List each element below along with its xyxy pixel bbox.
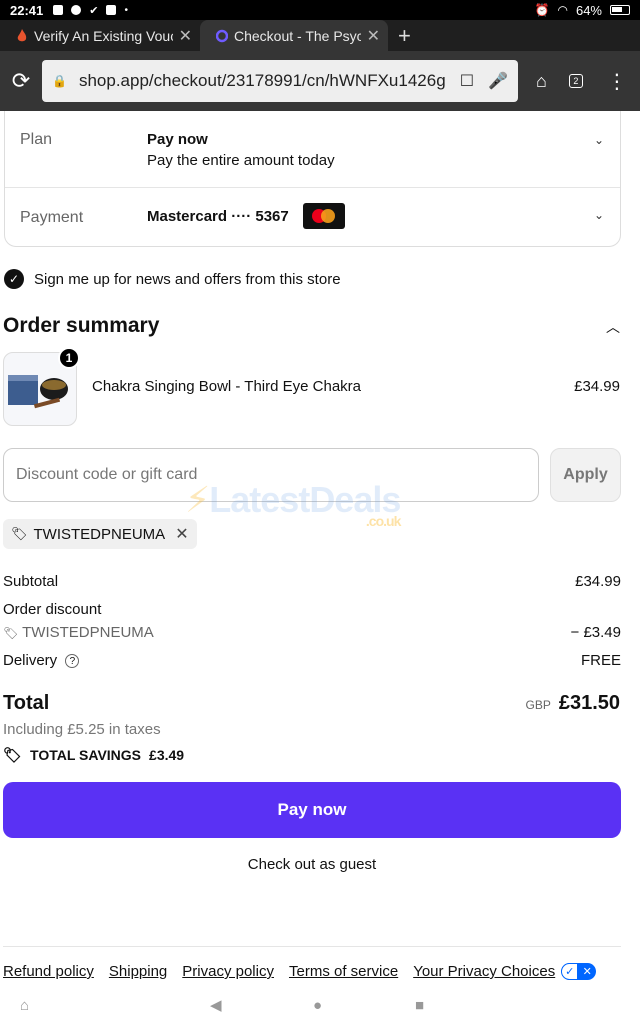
order-summary-title: Order summary [3, 314, 160, 337]
savings-label: TOTAL SAVINGS [30, 747, 142, 763]
reload-icon[interactable]: ⟳ [0, 68, 42, 94]
lightning-bolt-icon: ⚡ [185, 479, 210, 520]
close-tab-icon[interactable]: ✕ [367, 26, 380, 46]
apply-button[interactable]: Apply [550, 448, 621, 502]
tab-checkout[interactable]: Checkout - The Psychi ✕ [200, 20, 388, 51]
close-tab-icon[interactable]: ✕ [179, 26, 192, 46]
bookmark-icon[interactable]: ☐ [460, 71, 474, 91]
pay-now-button[interactable]: Pay now [3, 782, 621, 838]
payment-method: Mastercard ···· 5367 [147, 207, 289, 225]
remove-discount-icon[interactable]: ✕ [175, 524, 188, 544]
subtotal-value: £34.99 [575, 573, 621, 590]
currency-code: GBP [525, 698, 551, 712]
order-discount-label: Order discount [3, 601, 102, 618]
overflow-menu-icon[interactable]: ⋮ [607, 69, 627, 94]
tag-icon: 🏷 [3, 747, 23, 764]
checkout-page: Plan Pay now Pay the entire amount today… [0, 111, 640, 986]
total-amount: £31.50 [558, 692, 620, 714]
payment-label: Payment [20, 209, 84, 226]
watermark-suffix: .co.uk [365, 513, 401, 529]
home-icon[interactable]: ● [313, 997, 322, 1014]
back-icon[interactable]: ◀ [210, 996, 222, 1014]
mastercard-logo-icon [302, 203, 345, 229]
tab-switcher-button[interactable]: 2 [568, 74, 583, 88]
plan-row[interactable]: Plan Pay now Pay the entire amount today… [5, 111, 620, 187]
microphone-icon[interactable]: 🎤 [488, 71, 508, 91]
discount-code-text: TWISTEDPNEUMA [22, 624, 154, 641]
quantity-badge: 1 [58, 347, 80, 369]
latestdeals-watermark: ⚡LatestDeals .co.uk [185, 479, 401, 529]
battery-icon [610, 5, 630, 15]
plan-payment-card: Plan Pay now Pay the entire amount today… [4, 111, 621, 247]
tab-verify-voucher[interactable]: Verify An Existing Vouc ✕ [0, 20, 200, 51]
taxes-note: Including £5.25 in taxes [3, 721, 161, 738]
privacy-policy-link[interactable]: Privacy policy [182, 963, 274, 980]
chevron-down-icon[interactable]: ⌄ [594, 208, 604, 222]
browser-tab-strip: Verify An Existing Vouc ✕ Checkout - The… [0, 20, 640, 51]
privacy-choices-toggle-icon[interactable]: ✓ ✕ [561, 963, 597, 980]
shipping-link[interactable]: Shipping [109, 963, 167, 980]
tab-title: Verify An Existing Vouc [34, 27, 173, 44]
checkmark-notification-icon: ✔ [89, 4, 99, 17]
newsletter-label[interactable]: Sign me up for news and offers from this… [34, 271, 341, 288]
plan-subtitle: Pay the entire amount today [147, 152, 335, 169]
applied-discount-chip: 🏷 TWISTEDPNEUMA ✕ [3, 519, 197, 549]
product-name: Chakra Singing Bowl - Third Eye Chakra [92, 378, 362, 395]
discount-code-row: 🏷 TWISTEDPNEUMA − £3.49 [3, 624, 621, 641]
plan-title: Pay now [147, 131, 208, 148]
divider [3, 946, 621, 947]
address-bar[interactable]: 🔒 shop.app/checkout/23178991/cn/hWNFXu14… [42, 60, 518, 102]
total-amount-group: GBP £31.50 [525, 692, 620, 715]
system-navigation-bar: ⌂ ◀ ● ■ [0, 986, 640, 1024]
payment-row[interactable]: Payment Mastercard ···· 5367 ⌄ [5, 188, 620, 247]
savings-amount: £3.49 [149, 747, 185, 763]
news-notification-icon [106, 5, 117, 15]
more-notifications-icon: • [124, 4, 128, 16]
discount-amount: − £3.49 [570, 624, 621, 641]
tag-icon: 🏷 [3, 626, 19, 640]
new-tab-icon[interactable]: + [398, 24, 411, 47]
home-icon[interactable]: ⌂ [536, 71, 547, 92]
applied-discount-code: TWISTEDPNEUMA [33, 525, 166, 543]
plan-label: Plan [20, 131, 53, 148]
tag-icon: 🏷 [11, 526, 28, 541]
url-text[interactable]: shop.app/checkout/23178991/cn/hWNFXu1426… [79, 71, 446, 91]
subtotal-row: Subtotal £34.99 [3, 573, 621, 590]
lock-icon[interactable]: 🔒 [52, 74, 67, 88]
subtotal-label: Subtotal [3, 573, 59, 590]
delivery-value: FREE [580, 652, 621, 669]
gallery-notification-icon [53, 5, 64, 15]
order-discount-row: Order discount [3, 601, 621, 618]
status-time: 22:41 [10, 2, 44, 18]
delivery-row: Delivery ? FREE [3, 652, 621, 669]
flame-favicon-icon [17, 28, 27, 41]
wifi-icon: ◠ [557, 3, 568, 17]
tab-title: Checkout - The Psychi [234, 27, 361, 44]
total-label: Total [3, 692, 50, 714]
delivery-label: Delivery [3, 652, 58, 669]
settings-notification-icon [71, 5, 82, 15]
privacy-choices-link[interactable]: Your Privacy Choices [413, 963, 555, 980]
chevron-down-icon[interactable]: ⌄ [594, 133, 604, 147]
product-price: £34.99 [574, 378, 620, 395]
help-icon[interactable]: ? [65, 654, 80, 669]
newsletter-checkbox[interactable]: ✓ [4, 269, 24, 289]
footer-links: Refund policy Shipping Privacy policy Te… [3, 963, 597, 980]
terms-of-service-link[interactable]: Terms of service [289, 963, 398, 980]
total-savings: 🏷 TOTAL SAVINGS £3.49 [3, 746, 184, 764]
refund-policy-link[interactable]: Refund policy [3, 963, 94, 980]
browser-toolbar: ⟳ 🔒 shop.app/checkout/23178991/cn/hWNFXu… [0, 51, 640, 111]
shop-favicon-icon [216, 29, 228, 42]
recents-icon[interactable]: ■ [415, 997, 424, 1014]
home-shortcut-icon[interactable]: ⌂ [20, 997, 29, 1014]
alarm-icon: ⏰ [534, 3, 550, 17]
chevron-up-icon[interactable]: ︿ [606, 317, 620, 337]
status-bar: 22:41 ✔ • ⏰ ◠ 64% [0, 0, 640, 20]
guest-checkout-link[interactable]: Check out as guest [0, 856, 624, 873]
battery-level: 64% [575, 2, 602, 18]
